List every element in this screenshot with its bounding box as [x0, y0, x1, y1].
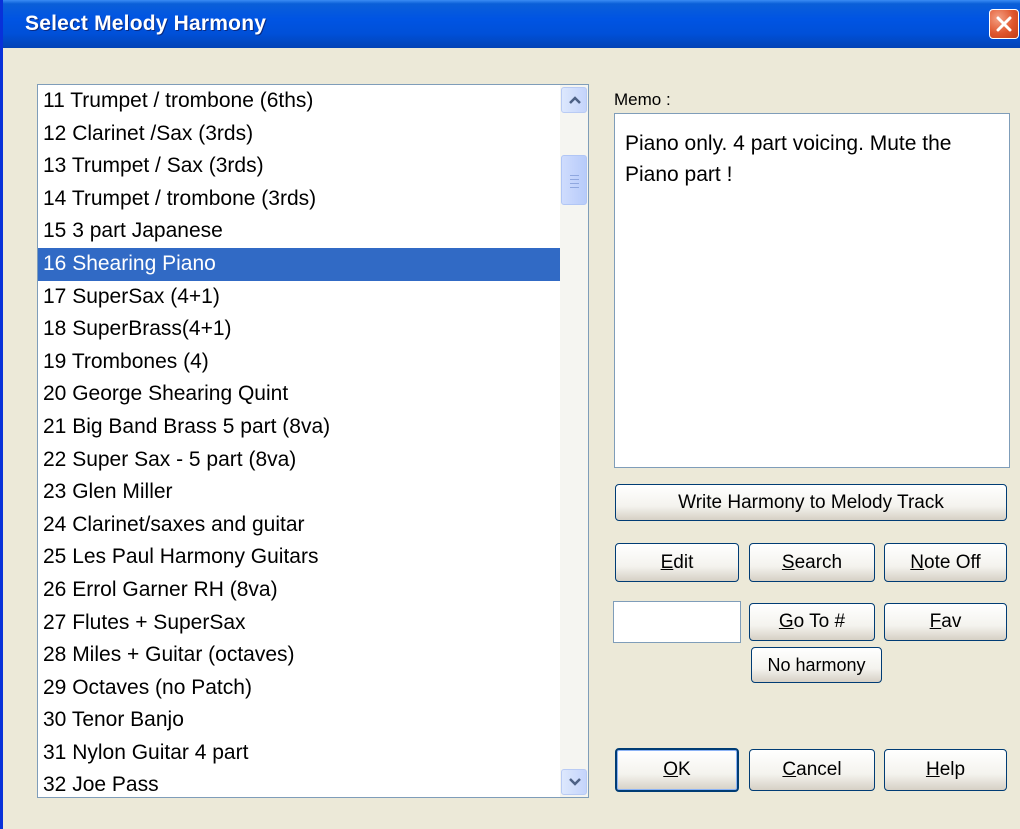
edit-label-rest: dit — [673, 551, 694, 573]
write-harmony-label: Write Harmony to Melody Track — [678, 491, 944, 513]
goto-mnemonic: G — [778, 611, 794, 632]
help-label: Help — [926, 759, 965, 781]
no-harmony-label: No harmony — [767, 654, 866, 675]
list-item[interactable]: 30 Tenor Banjo — [38, 704, 562, 737]
ok-button[interactable]: OK — [615, 748, 739, 792]
fav-label: Fav — [930, 611, 962, 633]
search-mnemonic: S — [781, 551, 795, 573]
list-item[interactable]: 20 George Shearing Quint — [38, 378, 562, 411]
goto-number-input[interactable] — [613, 601, 741, 643]
scroll-down-button[interactable] — [561, 769, 587, 795]
list-item[interactable]: 12 Clarinet /Sax (3rds) — [38, 118, 562, 151]
ok-label-rest: K — [678, 759, 691, 780]
close-button[interactable] — [989, 9, 1019, 39]
list-item[interactable]: 28 Miles + Guitar (octaves) — [38, 639, 562, 672]
list-item[interactable]: 21 Big Band Brass 5 part (8va) — [38, 411, 562, 444]
help-mnemonic: H — [925, 759, 940, 780]
fav-button[interactable]: Fav — [884, 603, 1007, 641]
dialog-title: Select Melody Harmony — [25, 12, 267, 35]
goto-label-rest: o To # — [793, 611, 846, 632]
list-item[interactable]: 29 Octaves (no Patch) — [38, 672, 562, 705]
help-label-rest: elp — [939, 759, 966, 780]
note-off-button[interactable]: Note Off — [884, 543, 1007, 582]
list-item[interactable]: 17 SuperSax (4+1) — [38, 281, 562, 314]
list-item[interactable]: 27 Flutes + SuperSax — [38, 607, 562, 640]
thumb-grip-line — [570, 179, 579, 180]
dialog-window: Select Melody Harmony 11 Trumpet / tromb… — [0, 0, 1020, 829]
scroll-up-button[interactable] — [561, 87, 587, 113]
note-off-label: Note Off — [910, 552, 980, 574]
edit-mnemonic: E — [660, 551, 674, 573]
memo-textbox[interactable]: Piano only. 4 part voicing. Mute the Pia… — [614, 113, 1010, 468]
help-button[interactable]: Help — [884, 749, 1007, 791]
goto-button[interactable]: Go To # — [749, 603, 875, 641]
list-item[interactable]: 32 Joe Pass — [38, 769, 562, 797]
list-item[interactable]: 24 Clarinet/saxes and guitar — [38, 509, 562, 542]
write-harmony-button[interactable]: Write Harmony to Melody Track — [615, 484, 1007, 521]
no-harmony-button[interactable]: No harmony — [751, 647, 882, 683]
fav-label-rest: av — [941, 611, 962, 632]
scroll-thumb[interactable] — [561, 155, 587, 205]
cancel-label: Cancel — [782, 759, 841, 781]
list-item[interactable]: 13 Trumpet / Sax (3rds) — [38, 150, 562, 183]
list-item[interactable]: 31 Nylon Guitar 4 part — [38, 737, 562, 770]
memo-label: Memo : — [614, 90, 671, 109]
vertical-scrollbar[interactable] — [560, 85, 588, 797]
list-item[interactable]: 23 Glen Miller — [38, 476, 562, 509]
cancel-label-rest: ancel — [796, 759, 842, 780]
close-icon — [996, 16, 1012, 32]
list-item[interactable]: 14 Trumpet / trombone (3rds) — [38, 183, 562, 216]
thumb-grip-line — [570, 183, 579, 184]
fav-mnemonic: F — [929, 611, 942, 632]
harmony-listbox[interactable]: 11 Trumpet / trombone (6ths) 12 Clarinet … — [37, 84, 589, 798]
goto-label: Go To # — [779, 611, 845, 633]
note-off-label-rest: ote Off — [924, 551, 981, 573]
thumb-grip-line — [570, 175, 579, 176]
list-item[interactable]: 26 Errol Garner RH (8va) — [38, 574, 562, 607]
list-item[interactable]: 15 3 part Japanese — [38, 215, 562, 248]
list-item[interactable]: 16 Shearing Piano — [38, 247, 562, 281]
ok-label: OK — [663, 759, 690, 781]
ok-mnemonic: O — [663, 759, 679, 780]
note-off-mnemonic: N — [910, 551, 925, 573]
list-item[interactable]: 19 Trombones (4) — [38, 346, 562, 379]
list-item[interactable]: 18 SuperBrass(4+1) — [38, 313, 562, 346]
search-label: Search — [782, 552, 842, 574]
harmony-list: 11 Trumpet / trombone (6ths) 12 Clarinet … — [38, 85, 562, 797]
thumb-grip-line — [570, 187, 579, 188]
list-item[interactable]: 22 Super Sax - 5 part (8va) — [38, 444, 562, 477]
edit-button[interactable]: Edit — [615, 543, 739, 582]
list-item[interactable]: 25 Les Paul Harmony Guitars — [38, 541, 562, 574]
title-bar[interactable]: Select Melody Harmony — [3, 0, 1020, 48]
cancel-button[interactable]: Cancel — [749, 749, 875, 791]
scroll-up-arrow-icon — [569, 96, 581, 104]
cancel-mnemonic: C — [782, 759, 797, 780]
search-label-rest: earch — [794, 551, 843, 573]
scroll-down-arrow-icon — [569, 778, 581, 786]
edit-label: Edit — [661, 552, 694, 574]
search-button[interactable]: Search — [749, 543, 875, 582]
list-item[interactable]: 11 Trumpet / trombone (6ths) — [38, 85, 562, 118]
